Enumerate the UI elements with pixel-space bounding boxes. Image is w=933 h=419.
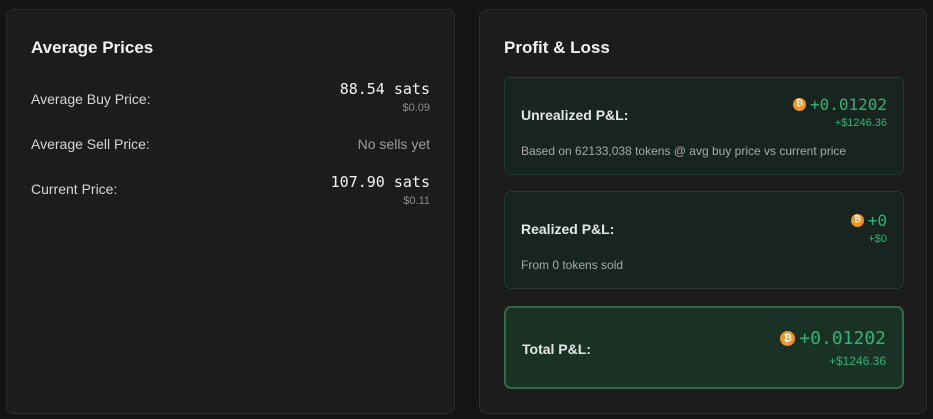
realized-pl-btc-amount: +0	[867, 211, 887, 230]
bitcoin-icon: ₿	[780, 331, 796, 346]
bitcoin-icon: ₿	[792, 98, 806, 111]
current-price-value: 107.90 sats $0.11	[331, 173, 430, 207]
unrealized-pl-label: Unrealized P&L:	[521, 107, 629, 123]
total-pl-value: ₿ +0.01202 +$1246.36	[780, 328, 886, 368]
average-prices-panel: Average Prices Average Buy Price: 88.54 …	[6, 9, 455, 414]
unrealized-pl-btc-amount: +0.01202	[809, 95, 887, 114]
unrealized-pl-value: ₿ +0.01202 +$1246.36	[792, 95, 887, 129]
realized-pl-note: From 0 tokens sold	[521, 258, 624, 272]
total-pl-usd: +$1246.36	[828, 354, 886, 368]
current-price-label: Current Price:	[31, 181, 118, 197]
current-price-sats: 107.90 sats	[330, 173, 430, 191]
unrealized-pl-note: Based on 62133,038 tokens @ avg buy pric…	[521, 144, 847, 158]
profit-loss-panel: Profit & Loss Unrealized P&L: ₿ +0.01202…	[479, 9, 927, 414]
average-buy-price-sats: 88.54 sats	[339, 80, 430, 98]
profit-loss-title: Profit & Loss	[504, 38, 610, 57]
total-pl-card: Total P&L: ₿ +0.01202 +$1246.36	[504, 306, 904, 389]
realized-pl-btc: ₿ +0	[850, 211, 887, 230]
average-buy-price-label: Average Buy Price:	[31, 91, 151, 107]
average-sell-price-label: Average Sell Price:	[31, 136, 150, 152]
unrealized-pl-card: Unrealized P&L: ₿ +0.01202 +$1246.36 Bas…	[504, 77, 904, 175]
realized-pl-label: Realized P&L:	[521, 221, 615, 237]
unrealized-pl-btc: ₿ +0.01202	[792, 95, 887, 114]
realized-pl-card: Realized P&L: ₿ +0 +$0 From 0 tokens sol…	[504, 191, 904, 289]
realized-pl-value: ₿ +0 +$0	[850, 211, 887, 245]
average-buy-price-usd: $0.09	[402, 102, 430, 114]
current-price-usd: $0.11	[403, 195, 430, 207]
realized-pl-usd: +$0	[868, 233, 887, 245]
average-prices-title: Average Prices	[31, 38, 154, 57]
total-pl-btc-amount: +0.01202	[799, 328, 886, 349]
unrealized-pl-usd: +$1246.36	[834, 117, 887, 129]
average-sell-price-value: No sells yet	[357, 136, 430, 152]
total-pl-btc: ₿ +0.01202	[780, 328, 886, 349]
average-buy-price-value: 88.54 sats $0.09	[340, 80, 430, 114]
bitcoin-icon: ₿	[850, 214, 864, 227]
total-pl-label: Total P&L:	[522, 341, 591, 357]
